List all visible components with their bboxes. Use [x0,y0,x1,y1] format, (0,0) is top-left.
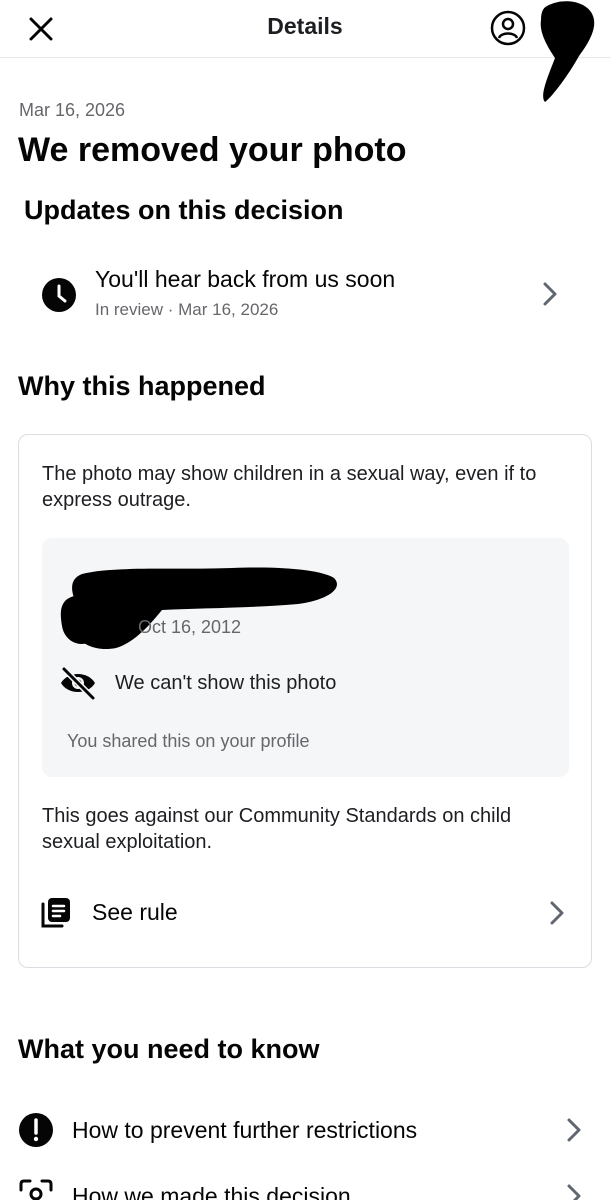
eye-off-icon [61,666,96,701]
post-date: Oct 16, 2012 [138,617,242,637]
rulebook-icon [41,898,70,928]
status-subtitle: In review · Mar 16, 2026 [95,300,279,319]
reason-card: The photo may show children in a sexual … [18,434,592,968]
know-item-label: How we made this decision [72,1183,351,1200]
chevron-right-icon [543,282,557,306]
shared-location-text: You shared this on your profile [67,731,310,751]
see-rule-label: See rule [92,899,178,925]
scan-icon [19,1179,53,1200]
why-heading: Why this happened [18,371,266,401]
updates-heading: Updates on this decision [24,195,344,225]
account-circle-icon[interactable] [489,9,527,47]
see-rule-link[interactable]: See rule [19,883,591,943]
chevron-right-icon [567,1184,581,1200]
notice-headline: We removed your photo [18,131,407,169]
redaction-mark [540,1,595,103]
clock-icon [42,278,76,312]
decision-status-item[interactable]: You'll hear back from us soon In review … [0,255,610,335]
chevron-right-icon [550,901,564,925]
hidden-photo-notice: We can't show this photo [115,672,337,694]
reason-text: The photo may show children in a sexual … [42,463,537,511]
know-item-label: How to prevent further restrictions [72,1117,418,1143]
chevron-right-icon [567,1118,581,1142]
status-title: You'll hear back from us soon [95,266,396,292]
decision-process-item[interactable]: How we made this decision [0,1168,610,1200]
standards-text: This goes against our Community Standard… [42,805,512,853]
prevent-restrictions-item[interactable]: How to prevent further restrictions [0,1102,610,1158]
alert-circle-icon [19,1113,53,1147]
top-bar: Details [0,0,610,103]
notice-date: Mar 16, 2026 [19,100,126,120]
removed-post-preview: Oct 16, 2012 We can't show this photo Yo… [42,538,569,777]
know-heading: What you need to know [18,1034,320,1064]
